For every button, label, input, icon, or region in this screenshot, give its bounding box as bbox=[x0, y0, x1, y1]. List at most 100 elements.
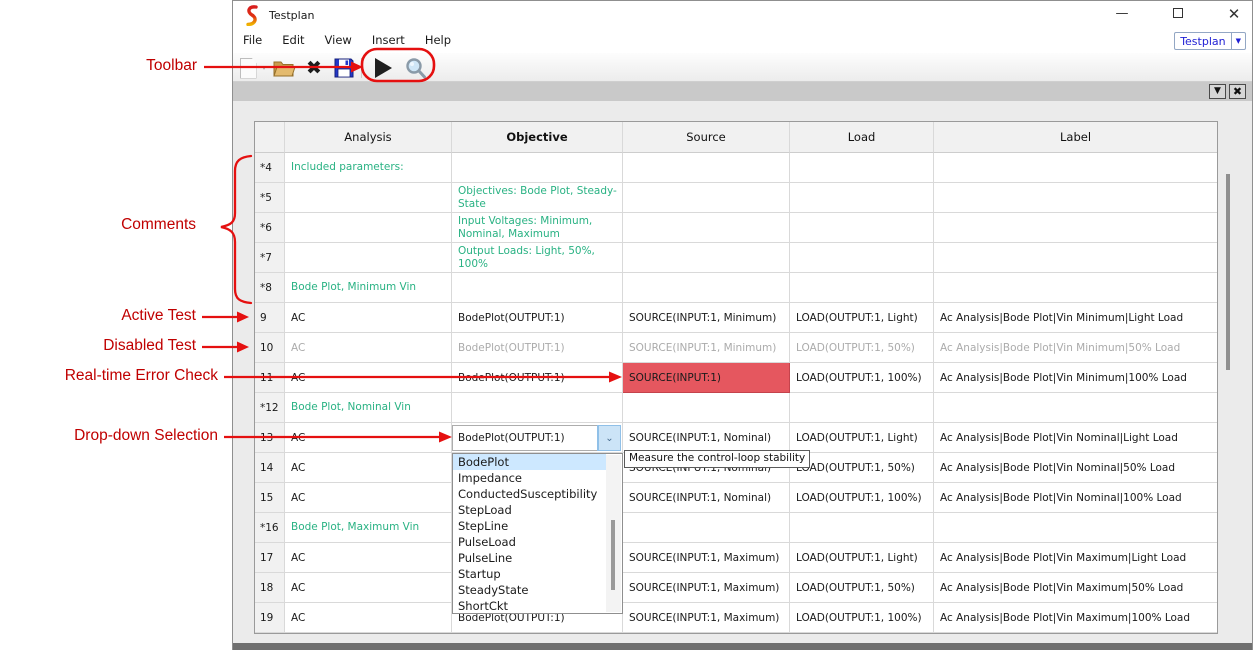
cell-label[interactable] bbox=[934, 273, 1217, 303]
cell-load[interactable]: LOAD(OUTPUT:1, 50%) bbox=[790, 573, 934, 603]
cell-label[interactable]: Ac Analysis|Bode Plot|Vin Nominal|50% Lo… bbox=[934, 453, 1217, 483]
cell-source[interactable]: SOURCE(INPUT:1, Minimum) bbox=[623, 333, 790, 363]
cell-source[interactable]: SOURCE(INPUT:1, Nominal) bbox=[623, 423, 790, 453]
combobox-chevron-icon[interactable]: ⌄ bbox=[598, 426, 620, 450]
panel-close-icon[interactable]: ✖ bbox=[1229, 84, 1246, 99]
row-number[interactable]: *6 bbox=[255, 213, 285, 243]
cell-source[interactable]: SOURCE(INPUT:1, Maximum) bbox=[623, 543, 790, 573]
panel-collapse-icon[interactable]: ▼ bbox=[1209, 84, 1226, 99]
cell-objective[interactable]: BodePlot(OUTPUT:1) bbox=[452, 363, 623, 393]
cell-analysis[interactable]: AC bbox=[285, 483, 452, 513]
close-button[interactable]: ✕ bbox=[1217, 1, 1251, 27]
cell-label[interactable] bbox=[934, 153, 1217, 183]
cell-label[interactable]: Ac Analysis|Bode Plot|Vin Minimum|100% L… bbox=[934, 363, 1217, 393]
cell-source[interactable] bbox=[623, 393, 790, 423]
row-number[interactable]: 17 bbox=[255, 543, 285, 573]
dropdown-item-StepLoad[interactable]: StepLoad bbox=[453, 502, 606, 518]
row-number[interactable]: *4 bbox=[255, 153, 285, 183]
dropdown-item-StepLine[interactable]: StepLine bbox=[453, 518, 606, 534]
row-number[interactable]: 19 bbox=[255, 603, 285, 633]
table-vertical-scrollbar[interactable] bbox=[1226, 174, 1230, 370]
dropdown-item-Startup[interactable]: Startup bbox=[453, 566, 606, 582]
menu-edit[interactable]: Edit bbox=[272, 29, 314, 47]
dropdown-item-ShortCkt[interactable]: ShortCkt bbox=[453, 598, 606, 614]
cell-analysis[interactable] bbox=[285, 213, 452, 243]
cell-objective[interactable]: Output Loads: Light, 50%, 100% bbox=[452, 243, 623, 273]
cell-analysis[interactable]: AC bbox=[285, 543, 452, 573]
cell-load[interactable]: LOAD(OUTPUT:1, Light) bbox=[790, 303, 934, 333]
cell-objective[interactable]: BodePlot(OUTPUT:1) bbox=[452, 303, 623, 333]
cell-analysis[interactable]: Bode Plot, Minimum Vin bbox=[285, 273, 452, 303]
row-number[interactable]: 14 bbox=[255, 453, 285, 483]
row-number[interactable]: 13 bbox=[255, 423, 285, 453]
row-number[interactable]: 15 bbox=[255, 483, 285, 513]
dropdown-item-SteadyState[interactable]: SteadyState bbox=[453, 582, 606, 598]
cell-label[interactable] bbox=[934, 243, 1217, 273]
row-number[interactable]: 9 bbox=[255, 303, 285, 333]
cell-label[interactable] bbox=[934, 393, 1217, 423]
cell-analysis[interactable]: AC bbox=[285, 603, 452, 633]
cell-analysis[interactable]: AC bbox=[285, 423, 452, 453]
minimize-button[interactable]: — bbox=[1105, 1, 1139, 27]
cell-load[interactable]: LOAD(OUTPUT:1, 100%) bbox=[790, 363, 934, 393]
cell-label[interactable]: Ac Analysis|Bode Plot|Vin Nominal|Light … bbox=[934, 423, 1217, 453]
cell-source[interactable] bbox=[623, 513, 790, 543]
run-icon[interactable] bbox=[370, 56, 396, 80]
new-document-icon[interactable] bbox=[237, 56, 259, 80]
cell-analysis[interactable]: AC bbox=[285, 363, 452, 393]
cell-source[interactable]: SOURCE(INPUT:1, Nominal) bbox=[623, 483, 790, 513]
cell-source[interactable]: SOURCE(INPUT:1) bbox=[623, 363, 790, 393]
testplan-selector[interactable]: Testplan ▼ bbox=[1174, 32, 1246, 50]
row-number[interactable]: *12 bbox=[255, 393, 285, 423]
row-number[interactable]: *8 bbox=[255, 273, 285, 303]
row-number[interactable]: 10 bbox=[255, 333, 285, 363]
cell-label[interactable] bbox=[934, 513, 1217, 543]
cell-source[interactable] bbox=[623, 243, 790, 273]
cell-source[interactable]: SOURCE(INPUT:1, Maximum) bbox=[623, 573, 790, 603]
row-number[interactable]: 18 bbox=[255, 573, 285, 603]
cell-analysis[interactable] bbox=[285, 183, 452, 213]
cell-objective[interactable] bbox=[452, 273, 623, 303]
cell-load[interactable] bbox=[790, 273, 934, 303]
cell-label[interactable]: Ac Analysis|Bode Plot|Vin Minimum|Light … bbox=[934, 303, 1217, 333]
cell-analysis[interactable]: AC bbox=[285, 573, 452, 603]
menu-view[interactable]: View bbox=[315, 29, 362, 47]
cell-objective[interactable] bbox=[452, 153, 623, 183]
menu-help[interactable]: Help bbox=[415, 29, 461, 47]
cell-load[interactable] bbox=[790, 153, 934, 183]
cell-source[interactable] bbox=[623, 153, 790, 183]
cell-analysis[interactable]: AC bbox=[285, 303, 452, 333]
new-document-dropdown-icon[interactable]: ▾ bbox=[260, 56, 268, 80]
objective-combobox[interactable]: BodePlot(OUTPUT:1) ⌄ bbox=[452, 425, 621, 451]
cell-objective[interactable] bbox=[452, 393, 623, 423]
cell-load[interactable]: LOAD(OUTPUT:1, 50%) bbox=[790, 453, 934, 483]
cell-label[interactable]: Ac Analysis|Bode Plot|Vin Minimum|50% Lo… bbox=[934, 333, 1217, 363]
cell-load[interactable]: LOAD(OUTPUT:1, 100%) bbox=[790, 483, 934, 513]
cell-analysis[interactable]: Included parameters: bbox=[285, 153, 452, 183]
row-number[interactable]: *16 bbox=[255, 513, 285, 543]
cell-load[interactable] bbox=[790, 393, 934, 423]
row-number[interactable]: 11 bbox=[255, 363, 285, 393]
cell-analysis[interactable]: AC bbox=[285, 453, 452, 483]
cell-load[interactable] bbox=[790, 513, 934, 543]
dropdown-item-ConductedSusceptibility[interactable]: ConductedSusceptibility bbox=[453, 486, 606, 502]
cell-label[interactable]: Ac Analysis|Bode Plot|Vin Maximum|Light … bbox=[934, 543, 1217, 573]
menu-insert[interactable]: Insert bbox=[362, 29, 415, 47]
cell-source[interactable] bbox=[623, 273, 790, 303]
cell-load[interactable] bbox=[790, 213, 934, 243]
cell-analysis[interactable]: Bode Plot, Nominal Vin bbox=[285, 393, 452, 423]
cell-source[interactable] bbox=[623, 183, 790, 213]
delete-icon[interactable]: ✖ bbox=[301, 56, 327, 80]
cell-label[interactable]: Ac Analysis|Bode Plot|Vin Maximum|50% Lo… bbox=[934, 573, 1217, 603]
menu-file[interactable]: File bbox=[233, 29, 272, 47]
cell-analysis[interactable]: Bode Plot, Maximum Vin bbox=[285, 513, 452, 543]
cell-label[interactable] bbox=[934, 183, 1217, 213]
dropdown-item-PulseLine[interactable]: PulseLine bbox=[453, 550, 606, 566]
maximize-button[interactable] bbox=[1161, 1, 1195, 27]
cell-objective[interactable]: Input Voltages: Minimum, Nominal, Maximu… bbox=[452, 213, 623, 243]
row-number[interactable]: *5 bbox=[255, 183, 285, 213]
cell-label[interactable]: Ac Analysis|Bode Plot|Vin Maximum|100% L… bbox=[934, 603, 1217, 633]
cell-load[interactable]: LOAD(OUTPUT:1, 50%) bbox=[790, 333, 934, 363]
cell-label[interactable] bbox=[934, 213, 1217, 243]
save-icon[interactable] bbox=[331, 56, 357, 80]
